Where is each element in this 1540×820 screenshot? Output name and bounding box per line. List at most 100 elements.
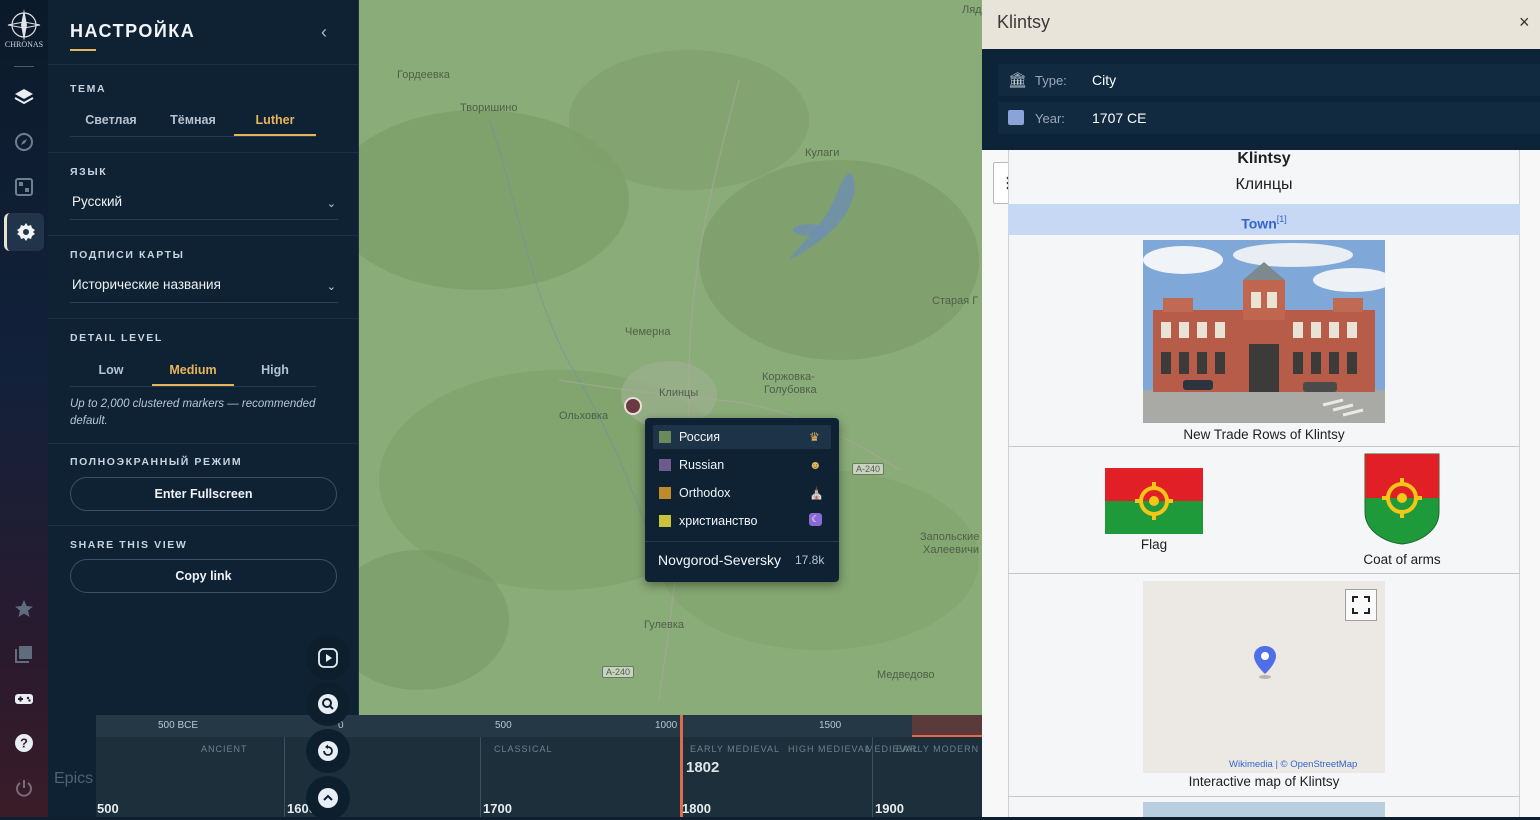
collapse-button[interactable]: ‹: [314, 22, 334, 42]
timeline-gridline: [284, 737, 285, 817]
help-button[interactable]: ?: [4, 724, 44, 762]
flag-image[interactable]: [1105, 468, 1203, 534]
game-button[interactable]: [4, 680, 44, 718]
close-button[interactable]: ×: [1519, 12, 1530, 33]
map-place: Голубовка: [764, 384, 817, 396]
detail-option-high[interactable]: High: [234, 357, 316, 386]
crown-icon: ♛: [809, 430, 820, 444]
map-place: Гордеевка: [397, 69, 450, 81]
section-divider: [48, 525, 359, 526]
coat-of-arms-image[interactable]: [1363, 452, 1441, 546]
chevron-down-icon: ⌄: [326, 198, 336, 210]
map-labels-select[interactable]: Исторические названия ⌄: [70, 269, 338, 303]
gamepad-icon: [15, 694, 33, 704]
province-population: 17.8k: [795, 553, 825, 567]
map-labels-section-title: ПОДПИСИ КАРТЫ: [70, 249, 185, 261]
timeline[interactable]: 500 BCE 0 500 1000 1500 ANCIENT CLASSICA…: [96, 715, 982, 817]
reset-button[interactable]: [306, 729, 350, 773]
timeline-bottom-tick: 1800: [682, 801, 711, 816]
detail-option-medium[interactable]: Medium: [152, 357, 234, 386]
gear-icon: [16, 223, 35, 241]
infobox-native-name: Клинцы: [1235, 176, 1293, 193]
timeline-top-tick: 1000: [655, 720, 678, 731]
building-icon: 🏛: [1008, 72, 1028, 89]
timeline-range-end: [912, 715, 982, 737]
reset-icon: [318, 741, 338, 761]
map-caption: Interactive map of Klintsy: [1188, 774, 1340, 789]
infobox-divider: [1008, 796, 1520, 797]
share-section-title: SHARE THIS VIEW: [70, 539, 188, 551]
chevron-left-icon: ‹: [321, 22, 327, 42]
svg-text:?: ?: [20, 736, 28, 751]
discover-button[interactable]: [4, 123, 44, 161]
timeline-era: CLASSICAL: [494, 744, 553, 754]
timeline-gridline: [480, 737, 481, 817]
color-swatch: [659, 459, 671, 471]
trade-rows-photo[interactable]: [1143, 240, 1385, 423]
timeline-bottom-tick: 1900: [875, 801, 904, 816]
copy-link-button[interactable]: Copy link: [70, 559, 337, 593]
theme-option-dark[interactable]: Тёмная: [152, 107, 234, 136]
tooltip-row: Orthodox ⛪: [653, 481, 831, 505]
layers-button[interactable]: [4, 78, 44, 116]
play-button[interactable]: [306, 636, 350, 680]
power-button[interactable]: [4, 769, 44, 807]
year-row: Year: 1707 CE: [998, 102, 1540, 134]
map-place: Медведово: [877, 669, 935, 681]
map-canvas[interactable]: Ляд Гордеевка Творишино Кулаги Старая Г …: [359, 0, 982, 715]
timeline-top-tick: 500 BCE: [158, 720, 199, 731]
osm-link[interactable]: | © OpenStreetMap: [1275, 759, 1357, 770]
infobox-divider: [1008, 446, 1520, 447]
location-map-thumbnail[interactable]: [1143, 802, 1385, 817]
compass-icon: [15, 133, 33, 151]
search-button[interactable]: [306, 682, 350, 726]
language-select[interactable]: Русский ⌄: [70, 186, 338, 220]
info-title: Klintsy: [997, 12, 1051, 32]
info-panel: Klintsy × 🏛 Type: City Year: 1707 CE Kli…: [982, 0, 1540, 817]
chronas-logo[interactable]: CHRONAS: [2, 8, 46, 60]
star-icon: [15, 600, 33, 617]
theme-option-light[interactable]: Светлая: [70, 107, 152, 136]
timeline-era: EARLY MEDIEVAL: [690, 744, 781, 754]
wiki-article[interactable]: Klintsy Клинцы Town[1] New Trade Rows of…: [982, 150, 1540, 817]
timeline-era: HIGH MEDIEVAL: [788, 744, 871, 754]
interactive-map[interactable]: Wikimedia | © OpenStreetMap: [1143, 581, 1385, 773]
timeline-overview: [96, 715, 982, 737]
theme-selector: Светлая Тёмная Luther: [70, 107, 316, 137]
timeline-top-tick: 1500: [819, 720, 842, 731]
map-place: Халеевичи: [923, 544, 979, 556]
tooltip-label: Russian: [679, 458, 725, 472]
detail-selector: Low Medium High: [70, 357, 316, 387]
info-summary: 🏛 Type: City Year: 1707 CE: [982, 49, 1540, 150]
fullscreen-button[interactable]: Enter Fullscreen: [70, 477, 337, 511]
type-label: Type:: [1035, 73, 1067, 88]
detail-option-low[interactable]: Low: [70, 357, 152, 386]
language-section-title: ЯЗЫК: [70, 166, 108, 178]
photo-caption: New Trade Rows of Klintsy: [1183, 427, 1345, 442]
building-photo-image: [1143, 240, 1385, 423]
favorites-button[interactable]: [4, 590, 44, 628]
terrain-layer: [359, 0, 982, 715]
section-divider: [48, 443, 359, 444]
library-button[interactable]: [4, 635, 44, 673]
fullscreen-section-title: ПОЛНОЭКРАННЫЙ РЕЖИМ: [70, 456, 243, 468]
map-fullscreen-button[interactable]: [1345, 589, 1377, 621]
category-reference[interactable]: [1]: [1277, 214, 1287, 224]
settings-title: НАСТРОЙКА: [70, 21, 196, 41]
map-tooltip: Россия ♛ Russian ☻ Orthodox ⛪ христианст…: [645, 418, 839, 582]
search-icon: [318, 694, 338, 714]
section-divider: [48, 64, 359, 65]
map-place: Клинцы: [659, 387, 699, 399]
theme-option-luther[interactable]: Luther: [234, 107, 316, 136]
wikimedia-link[interactable]: Wikimedia: [1229, 759, 1273, 770]
settings-button[interactable]: [4, 213, 44, 251]
timeline-bottom-tick: 1700: [483, 801, 512, 816]
culture-icon: ☻: [809, 458, 822, 472]
map-place: Чемерна: [625, 326, 671, 338]
collections-button[interactable]: [4, 168, 44, 206]
year-label: Year:: [1035, 111, 1065, 126]
play-icon: [318, 648, 338, 668]
city-marker[interactable]: [624, 397, 642, 415]
category-link[interactable]: Town: [1241, 215, 1277, 231]
expand-timeline-button[interactable]: [306, 776, 350, 820]
